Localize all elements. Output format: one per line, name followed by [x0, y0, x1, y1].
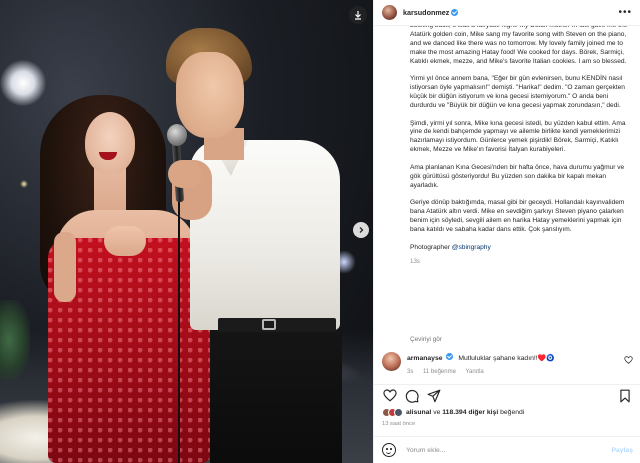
post-header: karsudonmez •••: [374, 0, 640, 26]
bookmark-icon[interactable]: [617, 388, 633, 404]
post-photo[interactable]: [0, 0, 373, 463]
emoji-icon[interactable]: [382, 443, 396, 457]
likes-text: alisunal ve 118.394 diğer kişi beğendi: [406, 409, 524, 416]
photographer-prefix: Photographer: [410, 243, 452, 251]
heart-glyph: [383, 389, 397, 402]
man-belt: [218, 318, 336, 332]
verified-badge-icon: [446, 353, 454, 360]
comment-item: armanayse Mutluluklar şahane kadın!!♥️🧿 …: [374, 350, 640, 380]
chevron-right-glyph: [359, 227, 364, 233]
comment-body: Mutluluklar şahane kadın!!♥️🧿: [458, 355, 555, 362]
heart-icon[interactable]: [382, 388, 398, 404]
man-trousers: [210, 330, 342, 463]
likes-suffix: beğendi: [498, 409, 525, 416]
man-hand: [168, 160, 202, 188]
see-translation-link[interactable]: Çeviriyi gör: [410, 336, 442, 343]
likes-count[interactable]: 118.394 diğer kişi: [442, 409, 498, 416]
comment-likes[interactable]: 11 beğenme: [423, 369, 456, 375]
likes-connector: ve: [431, 409, 443, 416]
woman-arm: [54, 232, 76, 302]
background-light: [0, 60, 46, 106]
woman-face: [85, 112, 135, 174]
background-light: [20, 180, 28, 188]
add-comment-bar: Paylaş: [374, 436, 640, 463]
post-username[interactable]: karsudonmez: [403, 8, 449, 17]
more-horizontal-icon[interactable]: •••: [618, 7, 632, 18]
heart-glyph: [624, 356, 633, 364]
chevron-right-icon[interactable]: [353, 222, 369, 238]
post-modal: karsudonmez ••• Looking back, it was a f…: [0, 0, 640, 463]
caption-paragraph: Yirmi yıl önce annem bana, "Eğer bir gün…: [410, 75, 625, 109]
avatar: [394, 408, 403, 417]
microphone-cable: [178, 200, 180, 463]
caption-time: 13s: [410, 258, 420, 266]
comment-text: armanayse Mutluluklar şahane kadın!!♥️🧿: [407, 353, 555, 362]
send-icon[interactable]: [426, 388, 442, 404]
woman-hand: [104, 226, 146, 256]
caption-paragraph: Geriye dönüp baktığımda, masal gibi bir …: [410, 199, 625, 233]
comment-heart-icon[interactable]: [624, 356, 633, 366]
liker-username[interactable]: alisunal: [406, 409, 431, 416]
caption-paragraph: Ama planlanan Kına Gecesi'nden bir hafta…: [410, 163, 625, 189]
post-caption: Looking back, it was a fairytale night. …: [374, 26, 640, 346]
post-actions: [374, 384, 640, 406]
comments-panel: karsudonmez ••• Looking back, it was a f…: [373, 0, 640, 463]
photographer-mention-link[interactable]: @sbingraphy: [452, 244, 491, 251]
photo-plant: [0, 300, 30, 380]
comment-meta: 3s 11 beğenme Yanıtla: [407, 369, 492, 375]
comment-icon[interactable]: [404, 388, 420, 404]
avatar[interactable]: [382, 5, 397, 20]
post-time: 13 saat önce: [382, 421, 416, 427]
photographer-credit: Photographer @sbingraphy: [410, 244, 631, 253]
send-glyph: [427, 389, 441, 402]
download-icon-glyph: [355, 11, 361, 20]
reply-button[interactable]: Yanıtla: [466, 369, 484, 375]
comment-glyph: [405, 389, 419, 403]
verified-badge-icon: [451, 9, 459, 16]
man-face: [176, 52, 244, 138]
caption-paragraph: Şimdi, yirmi yıl sonra, Mike kına gecesi…: [410, 119, 626, 154]
bookmark-glyph: [620, 389, 630, 402]
comment-time: 3s: [407, 369, 414, 375]
belt-buckle: [262, 319, 276, 330]
post-comment-button[interactable]: Paylaş: [611, 447, 633, 454]
comment-input[interactable]: [406, 446, 612, 454]
man-shirt: [190, 140, 340, 330]
avatar[interactable]: [382, 352, 401, 371]
download-icon[interactable]: [349, 6, 367, 24]
likes-summary: alisunal ve 118.394 diğer kişi beğendi: [382, 408, 524, 417]
caption-paragraph: Looking back, it was a fairytale night. …: [410, 26, 627, 65]
microphone-head: [167, 124, 187, 146]
comment-username[interactable]: armanayse: [407, 355, 443, 362]
